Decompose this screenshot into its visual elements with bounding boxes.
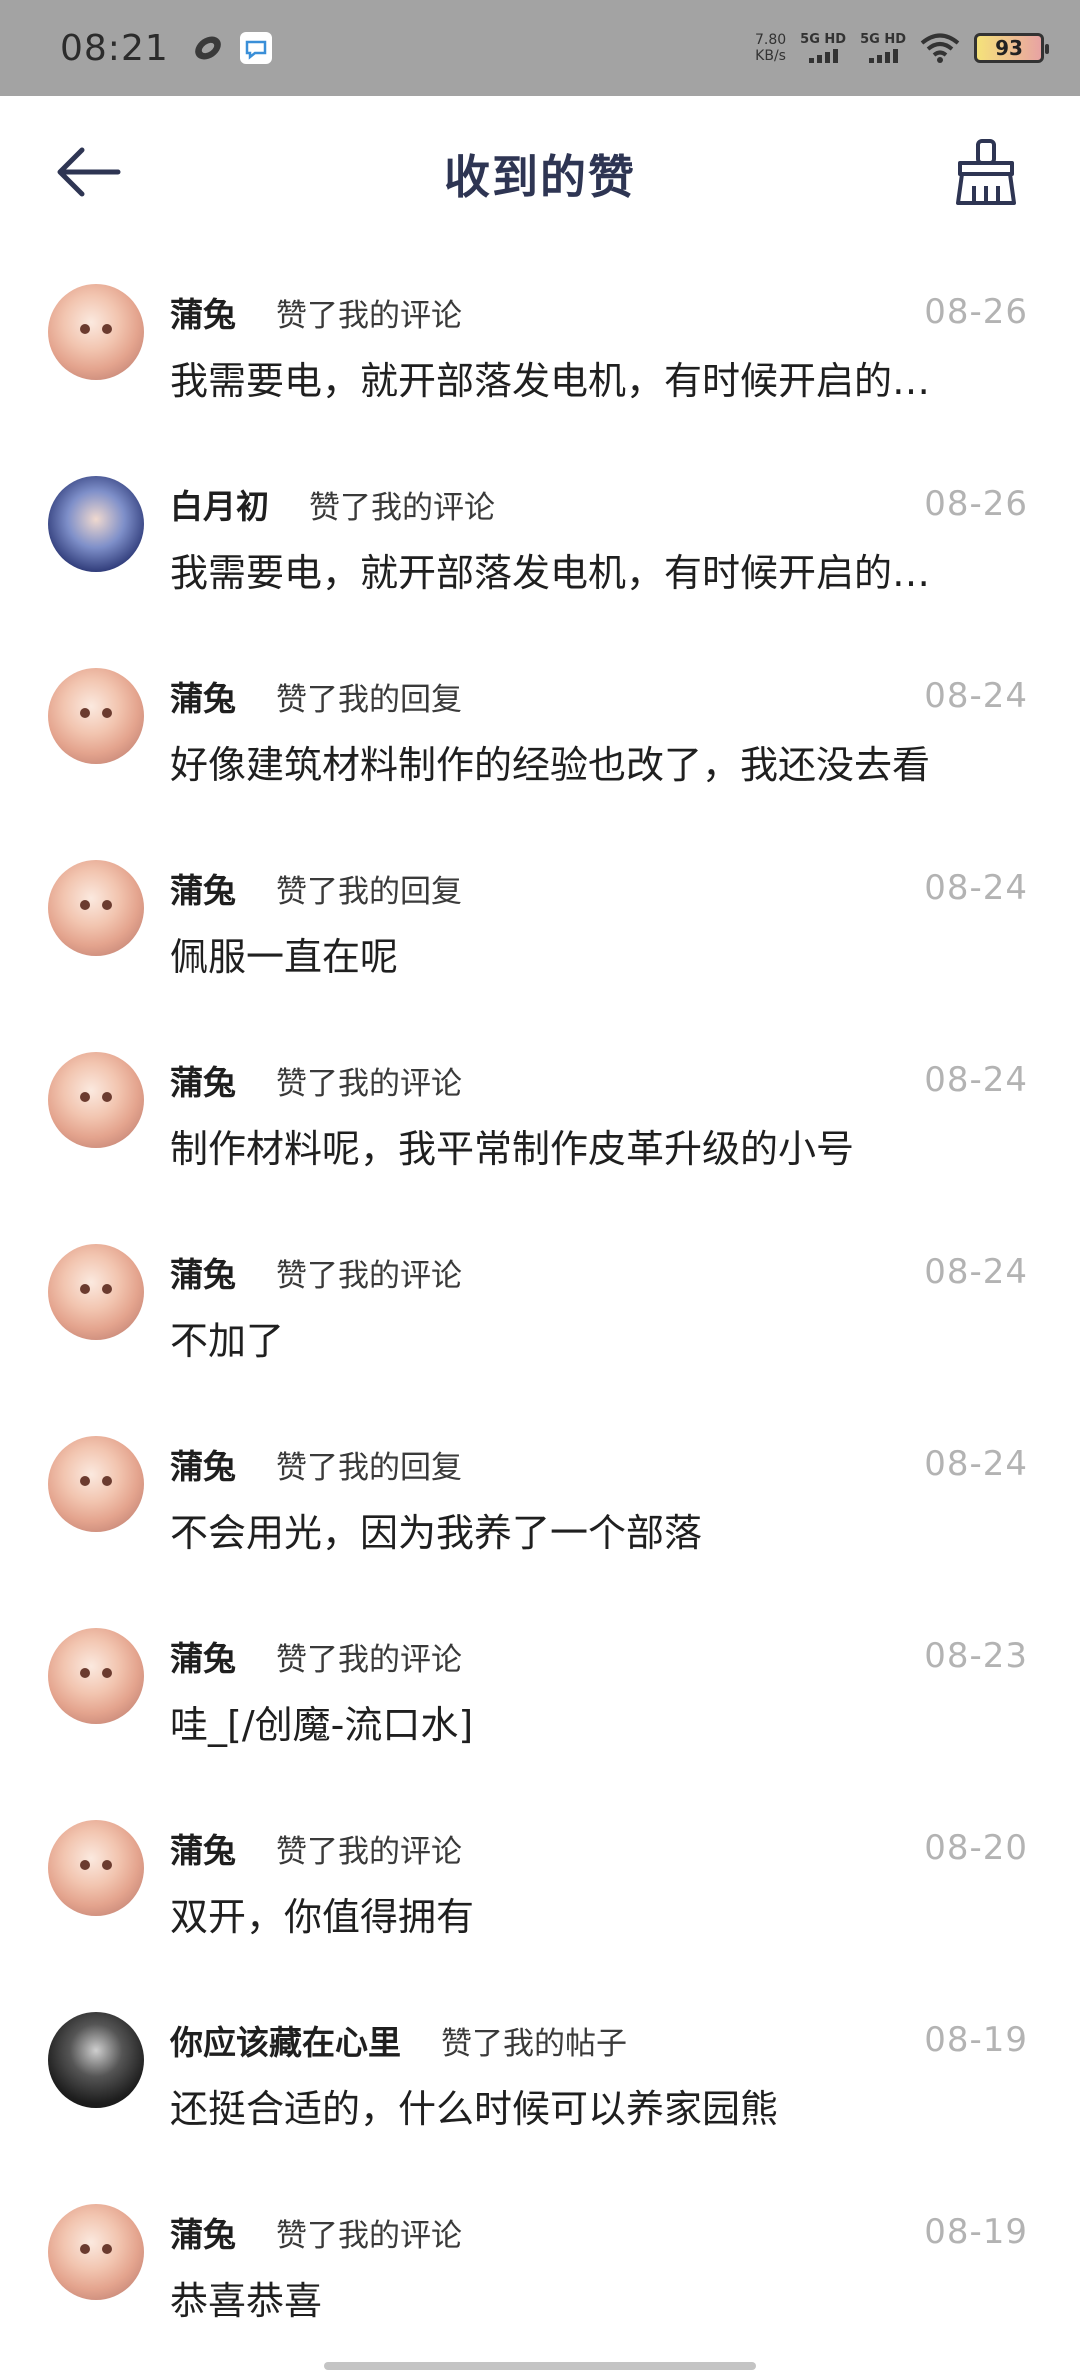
signal-2-label: 5G HD [860, 32, 906, 47]
list-item[interactable]: 你应该藏在心里 赞了我的帖子 08-19 还挺合适的，什么时候可以养家园熊 [0, 1980, 1080, 2172]
home-indicator[interactable] [324, 2362, 756, 2370]
liked-content[interactable]: 哇_[/创魔-流口水] [170, 1694, 1028, 1749]
wifi-icon [920, 33, 960, 63]
like-action: 赞了我的评论 [276, 1257, 462, 1294]
status-bar: 08:21 7.80 KB/s 5G HD 5G HD 93 [0, 0, 1080, 96]
username[interactable]: 蒲兔 [170, 288, 236, 336]
username[interactable]: 蒲兔 [170, 1632, 236, 1680]
signal-bars-icon [868, 47, 898, 63]
list-item[interactable]: 蒲兔 赞了我的评论 08-19 恭喜恭喜 [0, 2172, 1080, 2364]
battery-level: 93 [995, 36, 1023, 60]
like-action: 赞了我的回复 [276, 873, 462, 910]
list-item[interactable]: 蒲兔 赞了我的回复 08-24 不会用光，因为我养了一个部落 [0, 1404, 1080, 1596]
liked-content[interactable]: 不会用光，因为我养了一个部落 [170, 1502, 1028, 1557]
likes-list: 蒲兔 赞了我的评论 08-26 我需要电，就开部落发电机，有时候开启的… 白月初 赞了… [0, 252, 1080, 2364]
username[interactable]: 蒲兔 [170, 1248, 236, 1296]
username[interactable]: 白月初 [170, 480, 269, 528]
list-item[interactable]: 蒲兔 赞了我的评论 08-24 不加了 [0, 1212, 1080, 1404]
status-left-icons [191, 31, 273, 65]
username[interactable]: 蒲兔 [170, 1056, 236, 1104]
date: 08-19 [924, 2020, 1028, 2060]
date: 08-24 [924, 1444, 1028, 1484]
liked-content[interactable]: 我需要电，就开部落发电机，有时候开启的… [170, 542, 1028, 597]
date: 08-26 [924, 484, 1028, 524]
avatar[interactable] [48, 1244, 144, 1340]
like-action: 赞了我的评论 [309, 489, 495, 526]
username[interactable]: 蒲兔 [170, 864, 236, 912]
date: 08-20 [924, 1828, 1028, 1868]
list-item[interactable]: 白月初 赞了我的评论 08-26 我需要电，就开部落发电机，有时候开启的… [0, 444, 1080, 636]
signal-2: 5G HD [860, 33, 906, 63]
liked-content[interactable]: 我需要电，就开部落发电机，有时候开启的… [170, 350, 1028, 405]
network-speed-value: 7.80 [754, 32, 787, 48]
avatar[interactable] [48, 1820, 144, 1916]
message-notification-icon [239, 32, 272, 64]
avatar[interactable] [48, 284, 144, 380]
page-title: 收到的赞 [444, 150, 636, 204]
username[interactable]: 蒲兔 [170, 672, 236, 720]
list-item[interactable]: 蒲兔 赞了我的回复 08-24 好像建筑材料制作的经验也改了，我还没去看 [0, 636, 1080, 828]
liked-content[interactable]: 还挺合适的，什么时候可以养家园熊 [170, 2078, 1028, 2133]
date: 08-23 [924, 1636, 1028, 1676]
network-speed-unit: KB/s [755, 48, 786, 64]
like-action: 赞了我的评论 [276, 1065, 462, 1102]
avatar[interactable] [48, 476, 144, 572]
status-time: 08:21 [60, 27, 169, 69]
liked-content[interactable]: 不加了 [170, 1310, 1028, 1365]
avatar[interactable] [48, 2012, 144, 2108]
list-item[interactable]: 蒲兔 赞了我的评论 08-26 我需要电，就开部落发电机，有时候开启的… [0, 252, 1080, 444]
date: 08-24 [924, 1060, 1028, 1100]
date: 08-24 [924, 676, 1028, 716]
header: 收到的赞 [0, 96, 1080, 252]
username[interactable]: 你应该藏在心里 [170, 2016, 401, 2064]
liked-content[interactable]: 制作材料呢，我平常制作皮革升级的小号 [170, 1118, 1028, 1173]
like-action: 赞了我的回复 [276, 1449, 462, 1486]
date: 08-24 [924, 868, 1028, 908]
date: 08-26 [924, 292, 1028, 332]
list-item[interactable]: 蒲兔 赞了我的评论 08-23 哇_[/创魔-流口水] [0, 1596, 1080, 1788]
avatar[interactable] [48, 668, 144, 764]
username[interactable]: 蒲兔 [170, 1824, 236, 1872]
avatar[interactable] [48, 2204, 144, 2300]
avatar[interactable] [48, 1052, 144, 1148]
signal-1: 5G HD [800, 33, 846, 63]
list-item[interactable]: 蒲兔 赞了我的评论 08-24 制作材料呢，我平常制作皮革升级的小号 [0, 1020, 1080, 1212]
clear-broom-icon[interactable] [954, 138, 1018, 206]
liked-content[interactable]: 好像建筑材料制作的经验也改了，我还没去看 [170, 734, 1028, 789]
liked-content[interactable]: 双开，你值得拥有 [170, 1886, 1028, 1941]
like-action: 赞了我的回复 [276, 681, 462, 718]
like-action: 赞了我的评论 [276, 2217, 462, 2254]
list-item[interactable]: 蒲兔 赞了我的评论 08-20 双开，你值得拥有 [0, 1788, 1080, 1980]
like-action: 赞了我的评论 [276, 1641, 462, 1678]
network-speed: 7.80 KB/s [755, 32, 786, 64]
liked-content[interactable]: 恭喜恭喜 [170, 2270, 1028, 2325]
back-arrow-icon[interactable] [52, 142, 124, 202]
liked-content[interactable]: 佩服一直在呢 [170, 926, 1028, 981]
signal-1-label: 5G HD [800, 32, 847, 47]
date: 08-24 [924, 1252, 1028, 1292]
battery-indicator: 93 [974, 33, 1049, 63]
date: 08-19 [924, 2212, 1028, 2252]
username[interactable]: 蒲兔 [170, 2208, 236, 2256]
app-notification-icon [194, 36, 221, 60]
avatar[interactable] [48, 1628, 144, 1724]
avatar[interactable] [48, 1436, 144, 1532]
signal-bars-icon [808, 47, 838, 63]
status-right: 7.80 KB/s 5G HD 5G HD 93 [755, 32, 1049, 64]
avatar[interactable] [48, 860, 144, 956]
username[interactable]: 蒲兔 [170, 1440, 236, 1488]
like-action: 赞了我的评论 [276, 1833, 462, 1870]
like-action: 赞了我的评论 [276, 297, 462, 334]
list-item[interactable]: 蒲兔 赞了我的回复 08-24 佩服一直在呢 [0, 828, 1080, 1020]
like-action: 赞了我的帖子 [441, 2025, 627, 2062]
